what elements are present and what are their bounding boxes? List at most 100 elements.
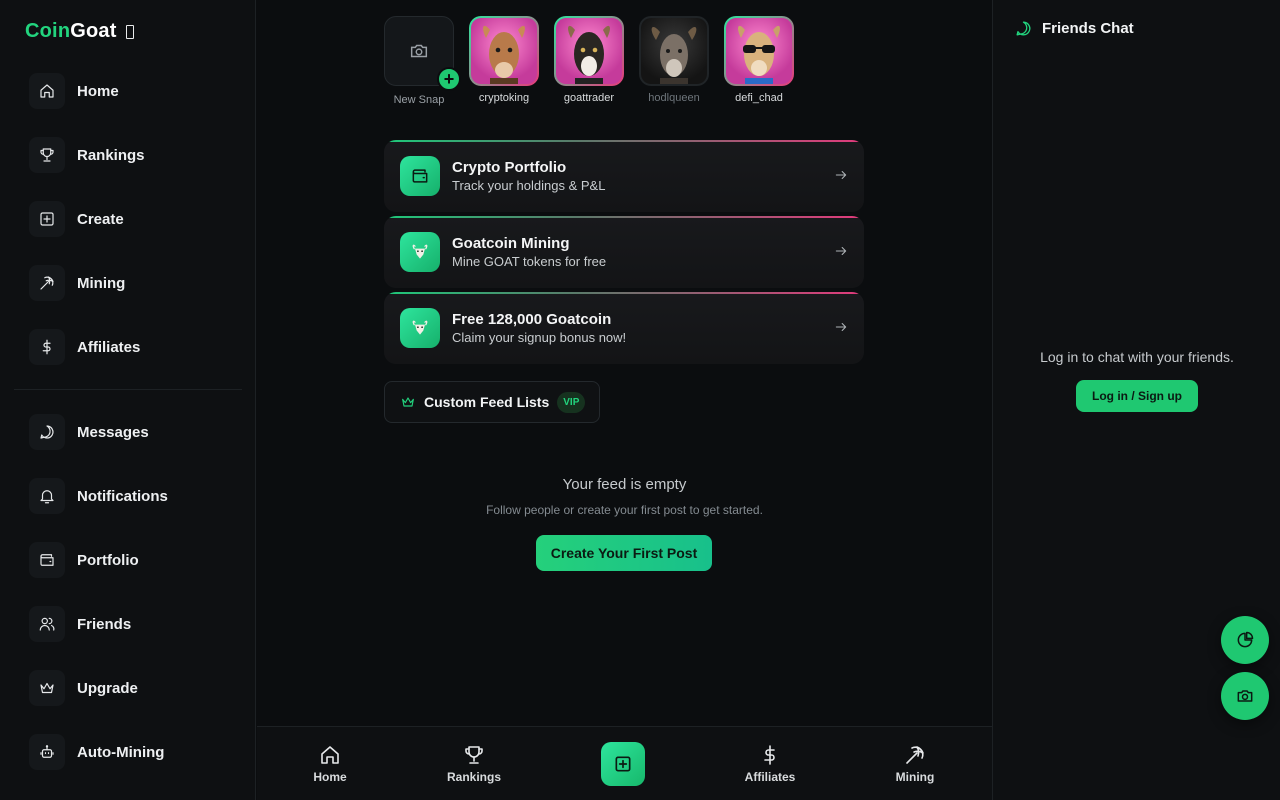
- brand-name-part1: Coin: [25, 20, 71, 42]
- bottom-nav-create-button[interactable]: [601, 742, 645, 786]
- sidebar-item-label: Auto-Mining: [77, 743, 165, 761]
- sidebar-item-label: Portfolio: [77, 551, 139, 569]
- sidebar-item-label: Rankings: [77, 146, 145, 164]
- promo-goatcoin-mining[interactable]: Goatcoin Mining Mine GOAT tokens for fre…: [384, 216, 864, 288]
- sidebar-item-portfolio[interactable]: Portfolio: [29, 542, 139, 578]
- sidebar-item-label: Upgrade: [77, 679, 138, 697]
- home-icon: [321, 746, 339, 764]
- promo-crypto-portfolio[interactable]: Crypto Portfolio Track your holdings & P…: [384, 140, 864, 212]
- new-snap-button[interactable]: +: [384, 16, 461, 91]
- brand-logo[interactable]: Coin Goat: [25, 20, 134, 43]
- bell-icon: [29, 478, 65, 514]
- camera-icon: [1237, 690, 1253, 702]
- chat-bubble-icon: [29, 414, 65, 450]
- sidebar-item-friends[interactable]: Friends: [29, 606, 131, 642]
- portfolio-fab-button[interactable]: [1221, 616, 1269, 664]
- sidebar-divider: [14, 389, 242, 390]
- goat-avatar-icon: [726, 18, 792, 84]
- login-signup-button[interactable]: Log in / Sign up: [1076, 380, 1198, 412]
- snap-avatar[interactable]: [554, 16, 624, 86]
- main-feed: + New Snap cryptoking goattrader hodlque…: [257, 0, 992, 800]
- pie-chart-icon: [1237, 631, 1254, 648]
- promo-subtitle: Claim your signup bonus now!: [452, 330, 627, 345]
- sidebar-item-create[interactable]: Create: [29, 201, 124, 237]
- sidebar-item-affiliates[interactable]: Affiliates: [29, 329, 140, 365]
- sidebar-item-label: Mining: [77, 274, 126, 292]
- sidebar-item-label: Home: [77, 82, 119, 100]
- snap-item[interactable]: defi_chad: [724, 16, 794, 106]
- sidebar: Coin Goat Home Rankings Create Mining Aff…: [0, 0, 256, 800]
- snap-avatar[interactable]: [469, 16, 539, 86]
- goat-icon: [400, 232, 440, 272]
- goat-avatar-icon: [641, 18, 707, 84]
- trophy-icon: [29, 137, 65, 173]
- sidebar-item-mining[interactable]: Mining: [29, 265, 125, 301]
- sidebar-item-label: Messages: [77, 423, 149, 441]
- snap-avatar[interactable]: [639, 16, 709, 86]
- friends-chat-panel: Friends Chat Log in to chat with your fr…: [992, 0, 1280, 800]
- sidebar-item-label: Friends: [77, 615, 132, 633]
- trophy-icon: [465, 746, 483, 764]
- custom-feed-label: Custom Feed Lists: [424, 394, 550, 410]
- arrow-right-icon: [834, 168, 848, 182]
- plus-square-icon: [29, 201, 65, 237]
- dollar-icon: [29, 329, 65, 365]
- sidebar-item-label: Notifications: [77, 487, 168, 505]
- sidebar-item-home[interactable]: Home: [29, 73, 119, 109]
- bottom-nav-mining[interactable]: Mining: [875, 743, 955, 784]
- snap-item[interactable]: goattrader: [554, 16, 624, 106]
- bottom-nav-label: Mining: [895, 770, 935, 784]
- wallet-icon: [400, 156, 440, 196]
- snap-username: hodlqueen: [648, 92, 700, 104]
- chat-bubble-icon: [1016, 21, 1031, 36]
- snap-item[interactable]: hodlqueen: [639, 16, 709, 106]
- sidebar-item-notifications[interactable]: Notifications: [29, 478, 168, 514]
- promo-title: Crypto Portfolio: [452, 159, 567, 176]
- vip-badge: VIP: [557, 391, 586, 413]
- chat-title: Friends Chat: [1042, 20, 1134, 37]
- crown-icon: [402, 397, 414, 407]
- sidebar-item-label: Affiliates: [77, 338, 141, 356]
- empty-feed-subtitle: Follow people or create your first post …: [486, 503, 763, 517]
- snap-item[interactable]: cryptoking: [469, 16, 539, 106]
- pickaxe-icon: [29, 265, 65, 301]
- bottom-nav-label: Home: [313, 770, 347, 784]
- goat-icon: [400, 308, 440, 348]
- sidebar-item-messages[interactable]: Messages: [29, 414, 149, 450]
- users-icon: [29, 606, 65, 642]
- promo-subtitle: Track your holdings & P&L: [452, 178, 606, 193]
- promo-subtitle: Mine GOAT tokens for free: [452, 254, 607, 269]
- plus-square-icon: [615, 756, 631, 772]
- arrow-right-icon: [834, 320, 848, 334]
- bottom-nav-home[interactable]: Home: [290, 743, 370, 784]
- chat-header: Friends Chat: [1014, 19, 1134, 38]
- custom-feed-lists-button[interactable]: Custom Feed Lists VIP: [384, 381, 600, 423]
- add-snap-icon[interactable]: +: [437, 67, 461, 91]
- chat-login-message: Log in to chat with your friends.: [1040, 349, 1234, 365]
- pickaxe-icon: [906, 746, 924, 764]
- camera-fab-button[interactable]: [1221, 672, 1269, 720]
- home-icon: [29, 73, 65, 109]
- sidebar-item-rankings[interactable]: Rankings: [29, 137, 145, 173]
- bottom-nav-label: Affiliates: [744, 770, 796, 784]
- create-first-post-button[interactable]: Create Your First Post: [536, 535, 712, 571]
- logo-mark-icon: [125, 24, 134, 39]
- sidebar-item-auto-mining[interactable]: Auto-Mining: [29, 734, 164, 770]
- goat-avatar-icon: [556, 18, 622, 84]
- snap-username: cryptoking: [478, 92, 530, 104]
- promo-title: Free 128,000 Goatcoin: [452, 311, 612, 328]
- bottom-nav-rankings[interactable]: Rankings: [434, 743, 514, 784]
- snap-avatar[interactable]: [724, 16, 794, 86]
- promo-free-goatcoin[interactable]: Free 128,000 Goatcoin Claim your signup …: [384, 292, 864, 364]
- robot-icon: [29, 734, 65, 770]
- new-snap-label: New Snap: [393, 94, 445, 106]
- bottom-nav-affiliates[interactable]: Affiliates: [730, 743, 810, 784]
- sidebar-item-upgrade[interactable]: Upgrade: [29, 670, 138, 706]
- new-snap[interactable]: + New Snap: [384, 16, 461, 106]
- promo-title: Goatcoin Mining: [452, 235, 570, 252]
- bottom-nav-label: Rankings: [446, 770, 501, 784]
- empty-feed-title: Your feed is empty: [562, 476, 687, 493]
- dollar-icon: [764, 745, 775, 765]
- bottom-nav: Home Rankings Affiliates Mining: [257, 726, 992, 800]
- brand-name-part2: Goat: [70, 20, 117, 42]
